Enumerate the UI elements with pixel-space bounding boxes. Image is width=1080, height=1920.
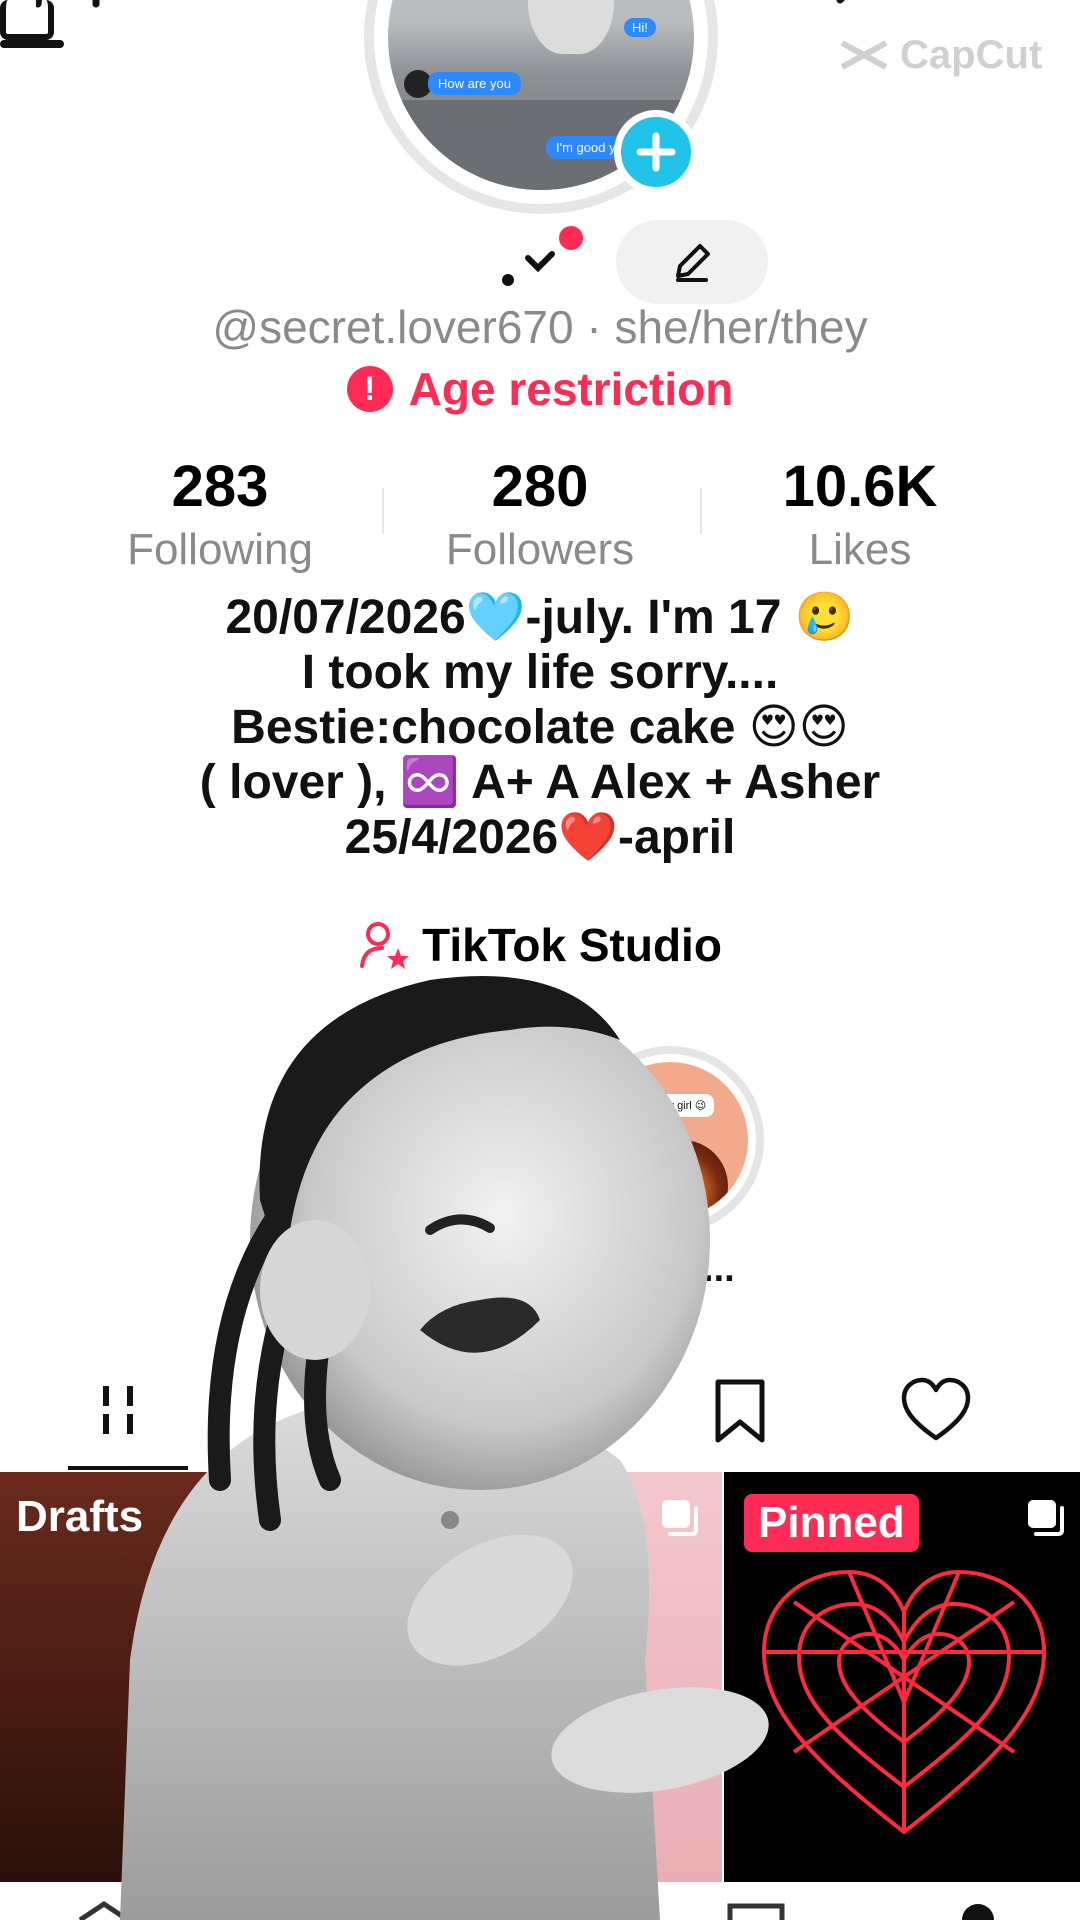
bio-line: 20/07/2026🩵-july. I'm 17 🥲 — [225, 591, 855, 644]
profile-icon[interactable] — [956, 1900, 1000, 1920]
likes-label: Likes — [808, 525, 912, 574]
avatar-chat-bubble: Hi! — [624, 18, 656, 37]
bio-line: Bestie:chocolate cake 😍😍 — [231, 701, 849, 754]
multi-photo-icon — [1028, 1500, 1064, 1536]
edit-profile-button[interactable] — [616, 220, 768, 304]
plus-icon — [636, 132, 676, 172]
heart-outline-icon[interactable] — [900, 1376, 972, 1446]
stat-divider — [382, 488, 384, 534]
followers-count: 280 — [491, 454, 589, 519]
username-pronouns: @secret.lover670 · she/her/they — [212, 301, 868, 353]
likes-count: 10.6K — [782, 454, 938, 519]
stat-divider — [700, 488, 702, 534]
followers-label: Followers — [445, 525, 635, 574]
followers-stat[interactable]: 280 Followers — [400, 450, 680, 576]
notification-dot — [559, 226, 583, 250]
age-restriction-link[interactable]: ! Age restriction — [0, 362, 1080, 416]
avatar-chat-bubble: How are you — [428, 72, 521, 95]
capcut-logo-icon — [840, 40, 888, 70]
add-friend-icon[interactable] — [36, 0, 126, 10]
add-story-button[interactable] — [614, 110, 698, 194]
age-restriction-label: Age restriction — [408, 363, 734, 415]
pencil-icon — [676, 244, 710, 282]
bio-line: I took my life sorry.... — [301, 646, 779, 699]
baby-sticker-image — [120, 976, 769, 1920]
capcut-watermark: CapCut — [838, 30, 1068, 80]
avatar-bird — [528, 0, 614, 54]
likes-stat[interactable]: 10.6K Likes — [720, 450, 1000, 576]
watermark-text: CapCut — [900, 32, 1043, 77]
bio: 20/07/2026🩵-july. I'm 17 🥲 I took my lif… — [40, 590, 1040, 865]
bio-line: ( lover ), ♾️ A+ A Alex + Asher — [199, 756, 881, 809]
menu-icon[interactable] — [0, 40, 64, 48]
following-label: Following — [127, 525, 313, 574]
share-icon[interactable] — [836, 0, 892, 10]
bio-line: 25/4/2026❤️-april — [344, 811, 736, 864]
profile-page: CapCut Hi! How are you I'm good y @secre… — [0, 0, 1080, 1920]
following-stat[interactable]: 283 Following — [80, 450, 360, 576]
following-count: 283 — [171, 454, 269, 519]
alert-icon: ! — [346, 366, 393, 412]
